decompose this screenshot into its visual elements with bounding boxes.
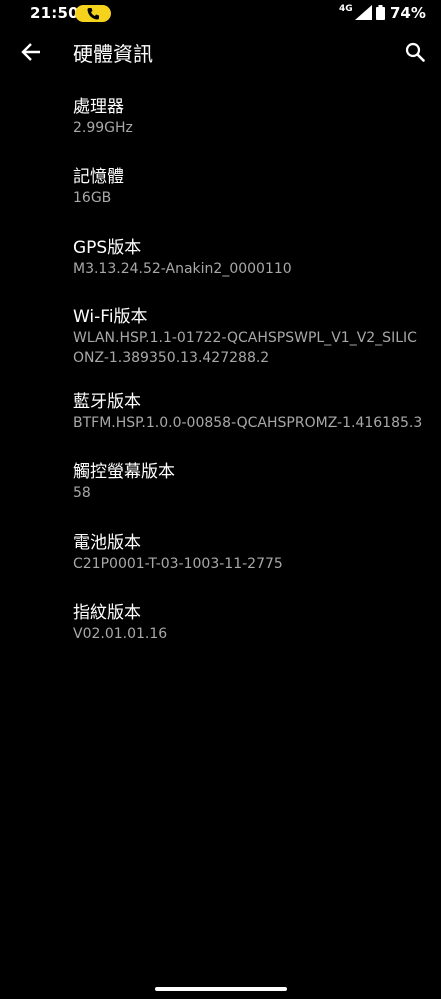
arrow-left-icon (21, 43, 40, 61)
list-item-value: BTFM.HSP.1.0.0-00858-QCAHSPROMZ-1.416185… (73, 415, 423, 431)
list-item-title: 記憶體 (73, 167, 124, 187)
list-item-value: 16GB (73, 190, 112, 206)
ongoing-call-indicator[interactable] (75, 5, 111, 22)
battery-icon (376, 5, 385, 20)
list-item-value: M3.13.24.52-Anakin2_0000110 (73, 261, 292, 277)
list-item-value: 58 (73, 485, 91, 501)
search-icon (405, 42, 425, 62)
list-item-value: C21P0001-T-03-1003-11-2775 (73, 556, 283, 572)
network-type: 4G (339, 4, 353, 14)
list-item-value: V02.01.01.16 (73, 626, 168, 642)
list-item-title: 電池版本 (73, 533, 141, 553)
signal-icon (355, 5, 372, 20)
page-title: 硬體資訊 (73, 42, 153, 66)
list-item-title: 觸控螢幕版本 (73, 462, 175, 482)
phone-icon (87, 8, 99, 20)
list-item-title: Wi-Fi版本 (73, 307, 148, 327)
back-button[interactable] (14, 35, 48, 69)
gesture-navigation-handle[interactable] (155, 987, 287, 991)
list-item-value: 2.99GHz (73, 120, 133, 136)
app-bar: 硬體資訊 (0, 28, 441, 76)
status-bar: 21:50 4G 74% (0, 0, 441, 28)
list-item-value: WLAN.HSP.1.1-01722-QCAHSPSWPL_V1_V2_SILI… (73, 330, 417, 366)
list-item-title: 處理器 (73, 97, 124, 117)
search-button[interactable] (398, 35, 432, 69)
list-item-title: 藍牙版本 (73, 392, 141, 412)
list-item-title: GPS版本 (73, 238, 142, 258)
list-item-title: 指紋版本 (73, 603, 141, 623)
battery-percentage: 74% (390, 4, 426, 22)
status-time: 21:50 (30, 4, 79, 22)
